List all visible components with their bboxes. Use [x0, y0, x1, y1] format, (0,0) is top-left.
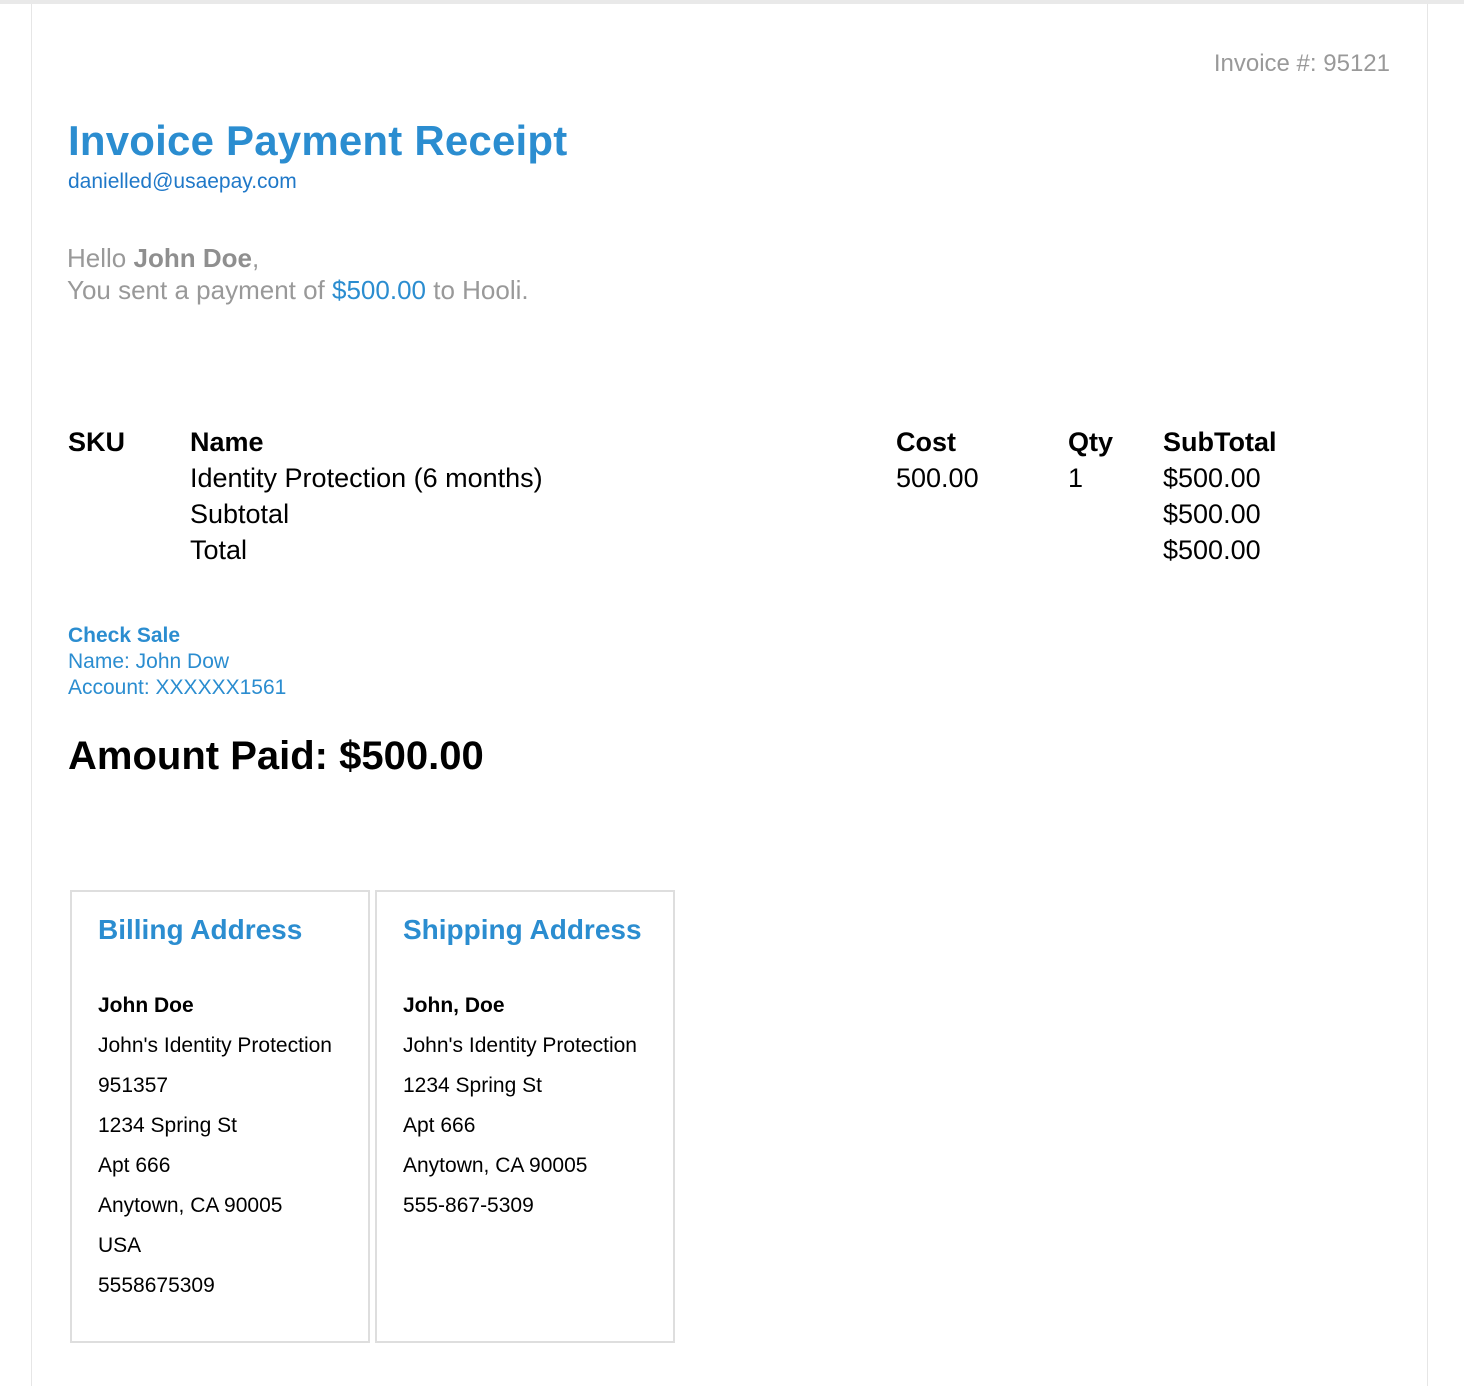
shipping-address-title: Shipping Address: [403, 914, 642, 945]
invoice-number: Invoice #: 95121: [1214, 50, 1390, 78]
item-name: Identity Protection (6 months): [190, 463, 543, 493]
billing-name: John Doe: [98, 994, 194, 1017]
greeting-hello: Hello: [67, 243, 127, 273]
total-label: Total: [190, 535, 248, 565]
billing-phone: 5558675309: [98, 1274, 215, 1297]
merchant-email-link[interactable]: danielled@usaepay.com: [68, 170, 297, 194]
invoice-number-value: 95121: [1323, 50, 1390, 77]
billing-city: Anytown, CA 90005: [98, 1194, 283, 1217]
billing-line-3: 951357: [98, 1074, 169, 1097]
shipping-phone: 555-867-5309: [403, 1194, 534, 1217]
amount-paid: Amount Paid: $500.00: [68, 734, 484, 779]
greeting-payment-line: You sent a payment of $500.00 to Hooli.: [67, 274, 529, 306]
billing-apt: Apt 666: [98, 1154, 171, 1177]
item-subtotal: $500.00: [1163, 463, 1261, 493]
invoice-number-label: Invoice #:: [1213, 50, 1317, 77]
payment-name: Name: John Dow: [68, 650, 230, 673]
greeting-amount: $500.00: [332, 275, 426, 305]
amount-paid-value: $500.00: [339, 734, 484, 778]
shipping-street: 1234 Spring St: [403, 1074, 542, 1097]
header-cost: Cost: [896, 427, 956, 457]
subtotal-value: $500.00: [1163, 499, 1261, 529]
payment-details: Check Sale Name: John Dow Account: XXXXX…: [68, 623, 286, 701]
header-subtotal: SubTotal: [1163, 427, 1277, 457]
greeting-customer-name: John Doe: [133, 243, 252, 273]
item-cost: 500.00: [896, 463, 979, 493]
greeting: Hello John Doe, You sent a payment of $5…: [67, 242, 529, 306]
header-sku: SKU: [68, 427, 126, 457]
item-qty: 1: [1068, 463, 1084, 493]
billing-country: USA: [98, 1234, 142, 1257]
shipping-apt: Apt 666: [403, 1114, 476, 1137]
payment-method: Check Sale: [68, 624, 181, 647]
shipping-company: John's Identity Protection: [403, 1034, 637, 1057]
greeting-sent-prefix: You sent a payment of: [67, 275, 325, 305]
greeting-comma: ,: [251, 243, 260, 273]
greeting-sent-suffix: to Hooli.: [433, 275, 529, 305]
billing-address-title: Billing Address: [98, 914, 303, 945]
shipping-address-box: Shipping Address John, Doe John's Identi…: [375, 890, 675, 1343]
shipping-name: John, Doe: [403, 994, 505, 1017]
amount-paid-label: Amount Paid:: [68, 734, 328, 778]
greeting-hello-line: Hello John Doe,: [67, 242, 529, 274]
shipping-city: Anytown, CA 90005: [403, 1154, 588, 1177]
subtotal-label: Subtotal: [190, 499, 290, 529]
receipt-page: Invoice #: 95121 Invoice Payment Receipt…: [31, 4, 1428, 1386]
payment-account: Account: XXXXXX1561: [68, 676, 287, 699]
billing-address-box: Billing Address John Doe John's Identity…: [70, 890, 370, 1343]
page-title: Invoice Payment Receipt: [68, 117, 568, 164]
header-qty: Qty: [1068, 427, 1114, 457]
billing-company: John's Identity Protection: [98, 1034, 332, 1057]
billing-street: 1234 Spring St: [98, 1114, 237, 1137]
header-name: Name: [190, 427, 264, 457]
total-value: $500.00: [1163, 535, 1261, 565]
